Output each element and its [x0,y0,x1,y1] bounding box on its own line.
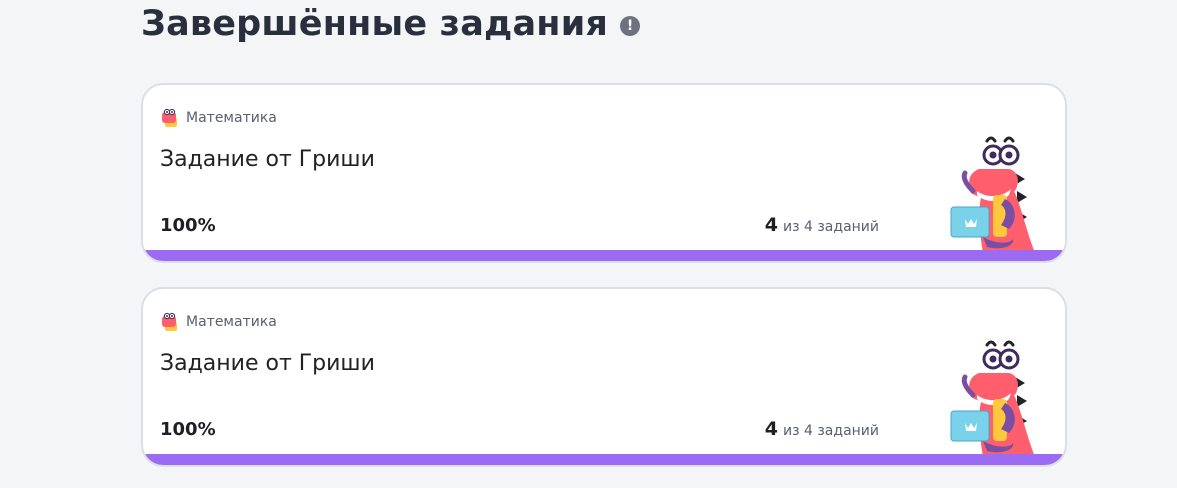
total-count-text: из 4 заданий [783,219,879,235]
task-card[interactable]: Математика Задание от Гриши 100% 4 из 4 … [141,287,1067,467]
subject-label: Математика [186,314,277,330]
progress-bar-fill [143,250,1065,261]
completion-percent: 100% [160,419,216,440]
math-dragon-icon [162,312,177,331]
dragon-mascot-illustration [950,340,1035,457]
done-count: 4 [764,418,779,440]
math-dragon-icon [162,108,177,127]
task-count: 4 из 4 заданий [765,214,879,236]
task-title: Задание от Гриши [160,351,375,376]
task-title: Задание от Гриши [160,147,375,172]
subject-tag: Математика [160,312,277,332]
page-heading: Завершённые задания ! [141,4,641,44]
subject-label: Математика [186,110,277,126]
done-count: 4 [764,214,779,236]
page-title: Завершённые задания [141,4,609,44]
progress-bar-fill [143,454,1065,465]
task-count: 4 из 4 заданий [765,418,879,440]
completion-percent: 100% [160,215,216,236]
dragon-mascot-illustration [950,136,1035,253]
exclamation-info-icon[interactable]: ! [620,16,641,36]
progress-bar [143,250,1065,261]
subject-tag: Математика [160,108,277,128]
progress-bar [143,454,1065,465]
total-count-text: из 4 заданий [783,423,879,439]
task-card[interactable]: Математика Задание от Гриши 100% 4 из 4 … [141,83,1067,263]
